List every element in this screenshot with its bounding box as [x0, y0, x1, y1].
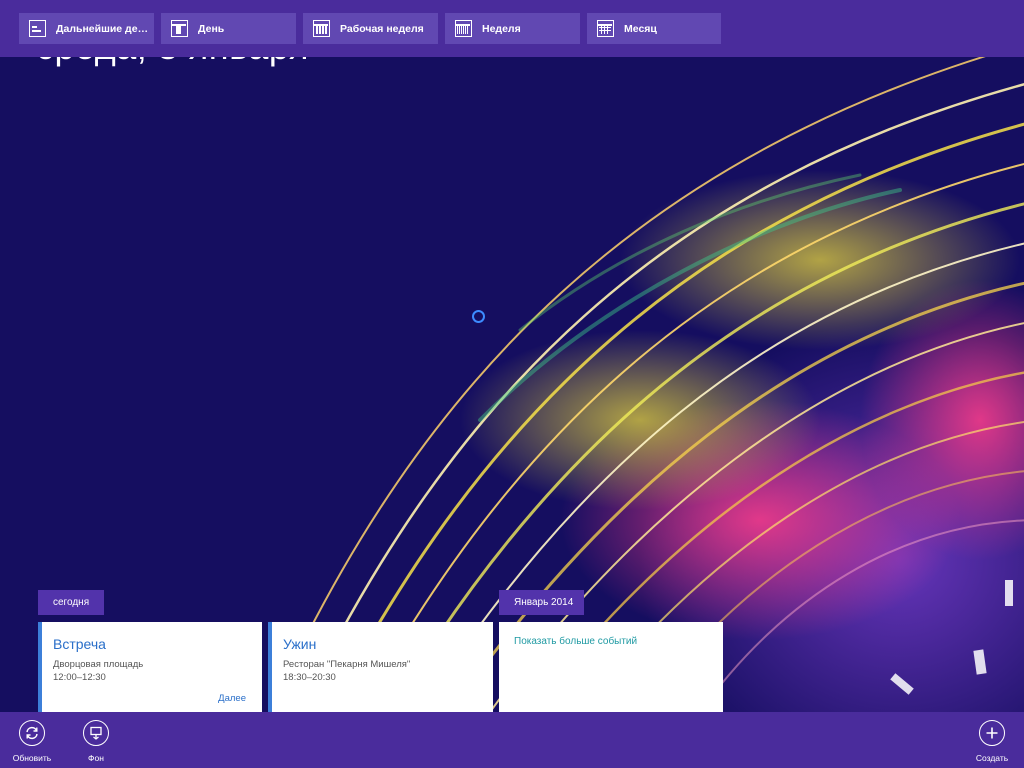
- day-view-icon: [171, 20, 188, 37]
- event-location: Дворцовая площадь: [53, 659, 144, 670]
- event-location: Ресторан "Пекарня Мишеля": [283, 659, 411, 670]
- bottom-app-bar: Обновить Фон Создать: [0, 712, 1024, 768]
- week-icon: [455, 20, 472, 37]
- background-button[interactable]: Фон: [66, 720, 126, 763]
- event-accent-bar: [268, 622, 272, 712]
- event-title: Ужин: [283, 636, 317, 652]
- refresh-label: Обновить: [12, 753, 52, 763]
- event-more-link[interactable]: Далее: [218, 693, 246, 704]
- nav-day-button[interactable]: День: [161, 13, 296, 44]
- section-month-header: Январь 2014: [499, 590, 584, 615]
- create-label: Создать: [975, 753, 1009, 763]
- event-card-dinner[interactable]: Ужин Ресторан "Пекарня Мишеля" 18:30–20:…: [268, 622, 493, 712]
- calendar-app: среда, 8 января Дальнейшие дейс... День: [0, 0, 1024, 768]
- nav-month-button[interactable]: Месяц: [587, 13, 721, 44]
- top-app-bar: Дальнейшие дейс... День Рабочая неделя Н…: [0, 0, 1024, 57]
- background-label: Фон: [88, 753, 104, 763]
- nav-month-label: Месяц: [624, 22, 657, 35]
- loading-ring-icon: [472, 310, 485, 323]
- nav-day-label: День: [198, 22, 225, 35]
- nav-work-week-label: Рабочая неделя: [340, 22, 424, 35]
- work-week-icon: [313, 20, 330, 37]
- section-today-header: сегодня: [38, 590, 104, 615]
- refresh-button[interactable]: Обновить: [2, 720, 62, 763]
- nav-agenda-label: Дальнейшие дейс...: [56, 22, 154, 35]
- agenda-icon: [29, 20, 46, 37]
- plus-icon: [979, 720, 1005, 746]
- nav-week-label: Неделя: [482, 22, 521, 35]
- event-time: 18:30–20:30: [283, 672, 336, 683]
- nav-work-week-button[interactable]: Рабочая неделя: [303, 13, 438, 44]
- event-title: Встреча: [53, 636, 106, 652]
- show-more-card[interactable]: Показать больше событий: [499, 622, 723, 712]
- event-time: 12:00–12:30: [53, 672, 106, 683]
- refresh-icon: [19, 720, 45, 746]
- nav-week-button[interactable]: Неделя: [445, 13, 580, 44]
- event-accent-bar: [38, 622, 42, 712]
- month-icon: [597, 20, 614, 37]
- nav-agenda-button[interactable]: Дальнейшие дейс...: [19, 13, 154, 44]
- show-more-events-link[interactable]: Показать больше событий: [514, 636, 637, 647]
- create-button[interactable]: Создать: [962, 720, 1022, 763]
- event-card-meeting[interactable]: Встреча Дворцовая площадь 12:00–12:30 Да…: [38, 622, 262, 712]
- background-icon: [83, 720, 109, 746]
